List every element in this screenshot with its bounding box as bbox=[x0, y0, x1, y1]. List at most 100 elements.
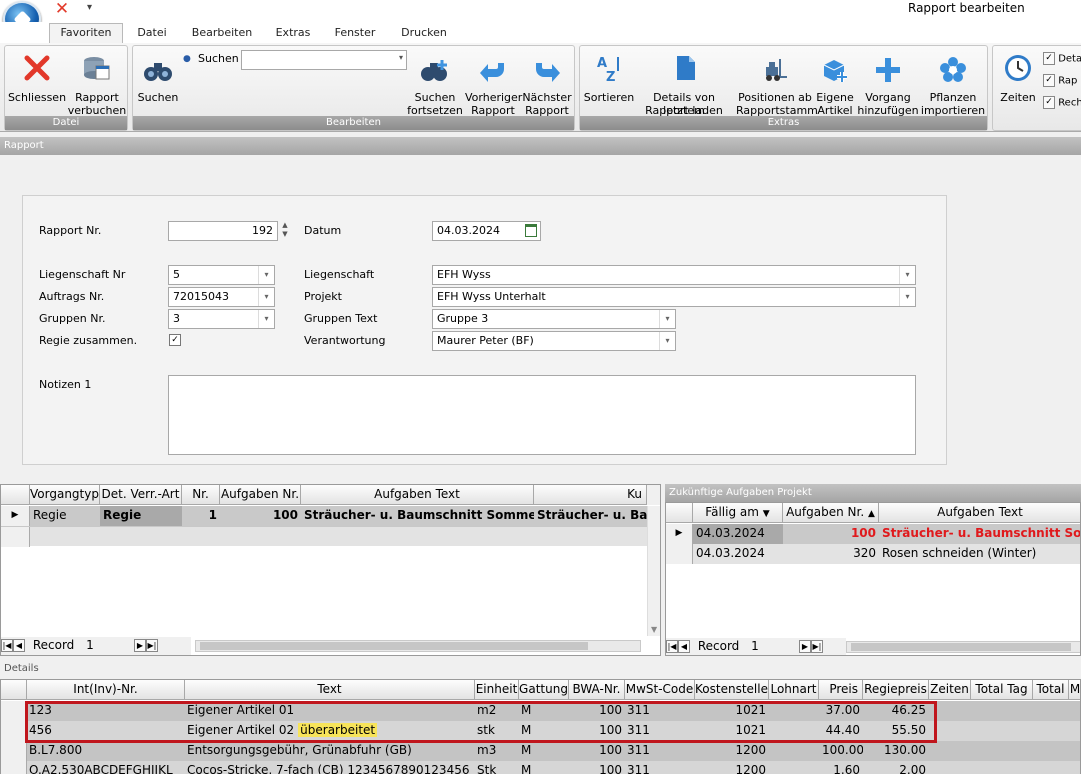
table-row-new[interactable] bbox=[1, 526, 647, 547]
tab-datei[interactable]: Datei bbox=[128, 24, 176, 44]
cell-int-inv-nr[interactable]: B.L7.800 bbox=[27, 741, 185, 761]
cell-faellig-am[interactable]: 04.03.2024 bbox=[693, 544, 783, 564]
zeiten-button[interactable]: Zeiten bbox=[995, 51, 1041, 117]
cell-gattung[interactable]: M bbox=[519, 761, 569, 774]
quick-access-dropdown-icon[interactable]: ▾ bbox=[87, 2, 92, 13]
cell-aufgaben-text[interactable]: Rosen schneiden (Winter) bbox=[879, 544, 1080, 564]
col-aufgaben-nr[interactable]: Aufgaben Nr. ▲ bbox=[783, 503, 879, 523]
cell-mwst-code[interactable]: 311 bbox=[625, 761, 695, 774]
check-rechnung[interactable]: ✓ Rech bbox=[1043, 96, 1081, 109]
schliessen-button[interactable]: Schliessen bbox=[7, 51, 67, 117]
regie-zusammen-checkbox[interactable]: ✓ bbox=[169, 334, 181, 346]
col-regiepreis[interactable]: Regiepreis bbox=[863, 680, 929, 700]
col-ku[interactable]: Ku bbox=[534, 485, 647, 505]
col-zeiten[interactable]: Zeiten bbox=[929, 680, 971, 700]
col-total[interactable]: Total bbox=[1033, 680, 1069, 700]
cell-aufgaben-text[interactable]: Sträucher- u. Baumschnitt Sommer bbox=[301, 506, 534, 526]
col-einheit[interactable]: Einheit bbox=[475, 680, 519, 700]
calendar-icon[interactable] bbox=[525, 224, 537, 237]
auftrags-nr-combobox[interactable]: 72015043 ▾ bbox=[168, 287, 275, 307]
col-det-verr-art[interactable]: Det. Verr.-Art bbox=[100, 485, 182, 505]
gruppen-nr-combobox[interactable]: 3 ▾ bbox=[168, 309, 275, 329]
notizen-textarea[interactable] bbox=[168, 375, 916, 455]
cell-kostenstelle[interactable]: 1200 bbox=[695, 741, 769, 761]
cell-text[interactable]: Entsorgungsgebühr, Grünabfuhr (GB) bbox=[185, 741, 475, 761]
cell-mwst-code[interactable]: 311 bbox=[625, 741, 695, 761]
rapport-nr-spinner[interactable]: ▲ ▼ bbox=[279, 221, 291, 241]
cell-bwa-nr[interactable]: 100 bbox=[569, 761, 625, 774]
cell-einheit[interactable]: Stk bbox=[475, 761, 519, 774]
col-gattung[interactable]: Gattung bbox=[519, 680, 569, 700]
tab-extras[interactable]: Extras bbox=[268, 24, 318, 44]
record-number[interactable]: 1 bbox=[751, 638, 795, 655]
table-row[interactable]: O.A2.530ABCDEFGHIJKL Cocos-Stricke, 7-fac… bbox=[1, 761, 1080, 774]
horizontal-scrollbar[interactable] bbox=[195, 640, 641, 652]
horizontal-scrollbar[interactable] bbox=[846, 641, 1080, 653]
cell-einheit[interactable]: m3 bbox=[475, 741, 519, 761]
scroll-thumb[interactable] bbox=[851, 643, 1071, 651]
last-record-icon[interactable]: ▶| bbox=[810, 640, 823, 653]
col-nr[interactable]: Nr. bbox=[182, 485, 220, 505]
cell-aufgaben-nr[interactable]: 100 bbox=[783, 524, 879, 544]
cell-aufgaben-text[interactable]: Sträucher- u. Baumschnitt Som bbox=[879, 524, 1080, 544]
cell-int-inv-nr[interactable]: O.A2.530ABCDEFGHIJKL bbox=[27, 761, 185, 774]
naechster-rapport-button[interactable]: Nächster Rapport bbox=[521, 51, 573, 117]
col-bwa-nr[interactable]: BWA-Nr. bbox=[569, 680, 625, 700]
next-record-icon[interactable]: ▶ bbox=[798, 640, 811, 653]
positionen-ab-rapportstamm-button[interactable]: Positionen ab Rapportstamm bbox=[736, 51, 818, 117]
cell-vorgangtyp[interactable]: Regie bbox=[30, 506, 100, 526]
cell-det-verr-art[interactable]: Regie bbox=[100, 506, 182, 526]
last-record-icon[interactable]: ▶| bbox=[145, 639, 158, 652]
col-m[interactable]: M bbox=[1069, 680, 1080, 700]
pflanzen-importieren-button[interactable]: Pflanzen importieren bbox=[920, 51, 986, 117]
cell-lohnart[interactable] bbox=[769, 761, 819, 774]
col-mwst-code[interactable]: MwSt-Code bbox=[625, 680, 695, 700]
table-row[interactable]: ▶ Regie Regie 1 100 Sträucher- u. Baumsc… bbox=[1, 506, 647, 526]
cell-lohnart[interactable] bbox=[769, 741, 819, 761]
col-preis[interactable]: Preis bbox=[819, 680, 863, 700]
datum-field[interactable]: 04.03.2024 bbox=[432, 221, 541, 241]
tab-favoriten[interactable]: Favoriten bbox=[49, 23, 123, 45]
tab-drucken[interactable]: Drucken bbox=[393, 24, 455, 44]
check-rapport[interactable]: ✓ Rap bbox=[1043, 74, 1077, 87]
cell-text[interactable]: Cocos-Stricke, 7-fach (CB) 1234567890123… bbox=[185, 761, 475, 774]
cell-nr[interactable]: 1 bbox=[182, 506, 220, 526]
sortieren-button[interactable]: AZ Sortieren bbox=[582, 51, 636, 117]
col-text[interactable]: Text bbox=[185, 680, 475, 700]
col-int-inv-nr[interactable]: Int(Inv)-Nr. bbox=[27, 680, 185, 700]
verantwortung-combobox[interactable]: Maurer Peter (BF) ▾ bbox=[432, 331, 676, 351]
prev-record-icon[interactable]: ◀ bbox=[13, 639, 25, 652]
details-von-letztem-rapport-button[interactable]: Details von letztem Rapport laden bbox=[634, 51, 734, 117]
liegenschaft-nr-combobox[interactable]: 5 ▾ bbox=[168, 265, 275, 285]
suchen-button[interactable]: Suchen bbox=[135, 51, 181, 117]
cell-regiepreis[interactable]: 2.00 bbox=[863, 761, 929, 774]
prev-record-icon[interactable]: ◀ bbox=[678, 640, 690, 653]
rapport-verbuchen-button[interactable]: Rapport verbuchen bbox=[67, 51, 127, 117]
table-row[interactable]: B.L7.800 Entsorgungsgebühr, Grünabfuhr (G… bbox=[1, 741, 1080, 761]
col-total-tag[interactable]: Total Tag bbox=[971, 680, 1033, 700]
cell-aufgaben-nr[interactable]: 320 bbox=[783, 544, 879, 564]
liegenschaft-combobox[interactable]: EFH Wyss ▾ bbox=[432, 265, 916, 285]
vertical-scrollbar[interactable]: ▼ bbox=[647, 506, 660, 636]
col-vorgangtyp[interactable]: Vorgangtyp bbox=[30, 485, 100, 505]
col-aufgaben-text[interactable]: Aufgaben Text bbox=[301, 485, 534, 505]
cell-bwa-nr[interactable]: 100 bbox=[569, 741, 625, 761]
cell-aufgaben-nr[interactable]: 100 bbox=[220, 506, 301, 526]
cell-regiepreis[interactable]: 130.00 bbox=[863, 741, 929, 761]
col-aufgaben-text[interactable]: Aufgaben Text bbox=[879, 503, 1080, 523]
tab-bearbeiten[interactable]: Bearbeiten bbox=[186, 24, 258, 44]
col-kostenstelle[interactable]: Kostenstelle bbox=[695, 680, 769, 700]
close-icon[interactable]: ✕ bbox=[52, 1, 72, 18]
rapport-nr-field[interactable]: 192 bbox=[168, 221, 278, 241]
record-number[interactable]: 1 bbox=[86, 637, 130, 654]
cell-kostenstelle[interactable]: 1200 bbox=[695, 761, 769, 774]
cell-faellig-am[interactable]: 04.03.2024 bbox=[693, 524, 783, 544]
cell-ku[interactable]: Sträucher- u. Ba bbox=[534, 506, 647, 526]
col-aufgaben-nr[interactable]: Aufgaben Nr. bbox=[220, 485, 301, 505]
scroll-thumb[interactable] bbox=[200, 642, 588, 650]
scroll-down-icon[interactable]: ▼ bbox=[651, 625, 657, 634]
first-record-icon[interactable]: |◀ bbox=[1, 639, 13, 652]
cell-preis[interactable]: 100.00 bbox=[819, 741, 863, 761]
projekt-combobox[interactable]: EFH Wyss Unterhalt ▾ bbox=[432, 287, 916, 307]
first-record-icon[interactable]: |◀ bbox=[666, 640, 678, 653]
